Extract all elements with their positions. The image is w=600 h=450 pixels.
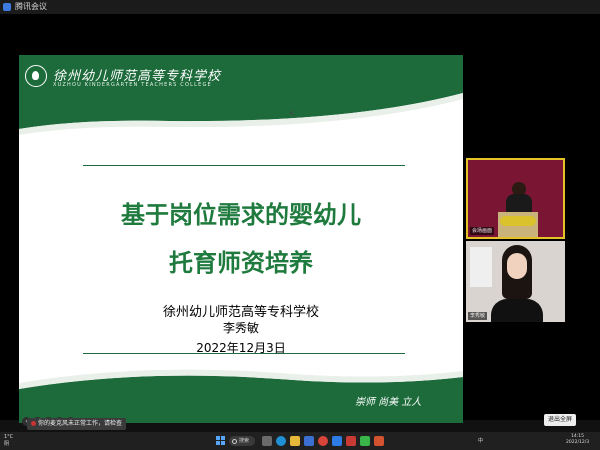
speaker-face bbox=[507, 253, 527, 279]
weather-widget[interactable]: 1°C 阴 bbox=[4, 434, 13, 448]
file-explorer-icon[interactable] bbox=[290, 436, 300, 446]
search-label: 搜索 bbox=[239, 438, 250, 444]
weather-temp: 1°C bbox=[4, 434, 14, 440]
window-titlebar: 腾讯会议 bbox=[0, 0, 600, 14]
store-icon[interactable] bbox=[304, 436, 314, 446]
video-tile-speaker[interactable]: 李秀敏 bbox=[466, 241, 565, 322]
window-title: 腾讯会议 bbox=[15, 2, 47, 11]
slide-title-line-1: 基于岗位需求的婴幼儿 bbox=[121, 201, 361, 229]
meeting-app-icon bbox=[3, 3, 11, 11]
slide-author: 李秀敏 bbox=[222, 321, 259, 335]
meeting-stage: 徐州幼儿师范高等专科学校 XUZHOU KINDERGARTEN TEACHER… bbox=[0, 14, 600, 426]
background-window bbox=[470, 247, 492, 287]
college-motto: 崇师 尚美 立人 bbox=[355, 397, 422, 408]
system-tray-ime[interactable]: 中 bbox=[478, 437, 483, 444]
weather-desc: 阴 bbox=[4, 441, 10, 447]
chrome-browser-icon[interactable] bbox=[318, 436, 328, 446]
slide-divider-top bbox=[83, 165, 405, 166]
mic-warning-text: 你的麦克风未正常工作，请检查 bbox=[38, 420, 123, 427]
shared-slide: 徐州幼儿师范高等专科学校 XUZHOU KINDERGARTEN TEACHER… bbox=[19, 55, 463, 423]
slide-title-line-2: 托育师资培养 bbox=[169, 249, 313, 277]
video-label-speaker: 李秀敏 bbox=[468, 312, 488, 320]
college-name-en: XUZHOU KINDERGARTEN TEACHERS COLLEGE bbox=[53, 82, 212, 88]
college-logo-icon bbox=[25, 65, 47, 87]
windows-start-icon[interactable] bbox=[216, 436, 226, 446]
search-icon bbox=[232, 439, 237, 444]
exit-fullscreen-button[interactable]: 退出全屏 bbox=[544, 414, 577, 426]
clock-date: 2022/12/3 bbox=[566, 440, 590, 445]
video-tile-venue[interactable]: 会场画面 bbox=[466, 158, 565, 239]
slide-school-name: 徐州幼儿师范高等专科学校 bbox=[162, 305, 319, 320]
slide-divider-bottom bbox=[83, 353, 405, 354]
meeting-taskbar-icon[interactable] bbox=[332, 436, 342, 446]
taskbar-search[interactable]: 搜索 bbox=[229, 436, 255, 446]
task-view-icon[interactable] bbox=[262, 436, 272, 446]
video-label-venue: 会场画面 bbox=[470, 227, 495, 235]
powerpoint-icon[interactable] bbox=[374, 436, 384, 446]
wps-office-icon[interactable] bbox=[346, 436, 356, 446]
windows-taskbar: 1°C 阴 搜索 中 14:15 2022/12/3 bbox=[0, 432, 600, 450]
mic-warning-toast[interactable]: 你的麦克风未正常工作，请检查 bbox=[27, 418, 127, 430]
taskbar-clock[interactable]: 14:15 2022/12/3 bbox=[566, 434, 589, 446]
mouse-cursor-icon: ↖ bbox=[289, 109, 296, 118]
wechat-icon[interactable] bbox=[360, 436, 370, 446]
edge-browser-icon[interactable] bbox=[276, 436, 286, 446]
microphone-warning-icon bbox=[31, 421, 36, 426]
speaker-shirt bbox=[491, 299, 543, 322]
flowers bbox=[500, 216, 536, 226]
